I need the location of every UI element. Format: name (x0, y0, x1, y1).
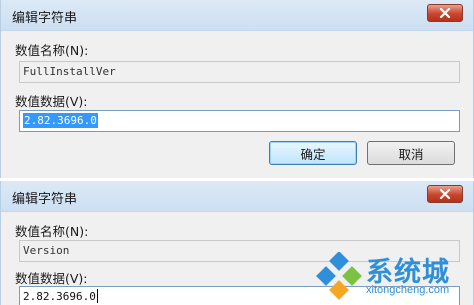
diamond-logo-icon (316, 252, 362, 300)
close-icon (439, 189, 451, 199)
value-name-field: FullInstallVer (19, 61, 460, 83)
title-bar[interactable]: 编辑字符串 (1, 181, 473, 212)
value-data-text: 2.82.3696.0 (23, 290, 96, 303)
dialog-title: 编辑字符串 (12, 11, 78, 26)
dialog-title: 编辑字符串 (12, 192, 78, 207)
value-name-label: 数值名称(N): (15, 224, 89, 239)
watermark-url: xitongcheng.com (366, 284, 450, 296)
title-bar[interactable]: 编辑字符串 (1, 0, 473, 31)
close-button[interactable] (427, 185, 463, 203)
value-data-selected-text: 2.82.3696.0 (23, 113, 98, 128)
text-caret (96, 289, 98, 303)
value-data-input[interactable]: 2.82.3696.0 (19, 110, 460, 132)
ok-button[interactable]: 确定 (269, 141, 357, 165)
cancel-button[interactable]: 取消 (367, 141, 455, 165)
watermark-logo: 系统城 xitongcheng.com (314, 248, 474, 305)
close-icon (439, 8, 451, 18)
value-name-label: 数值名称(N): (15, 43, 89, 58)
value-data-label: 数值数据(V): (15, 271, 88, 286)
value-data-label: 数值数据(V): (15, 94, 88, 109)
screenshot: 编辑字符串 数值名称(N): FullInstallVer 数值数据(V): 2… (0, 0, 474, 305)
edit-string-dialog-1: 编辑字符串 数值名称(N): FullInstallVer 数值数据(V): 2… (0, 0, 474, 178)
close-button[interactable] (427, 4, 463, 22)
